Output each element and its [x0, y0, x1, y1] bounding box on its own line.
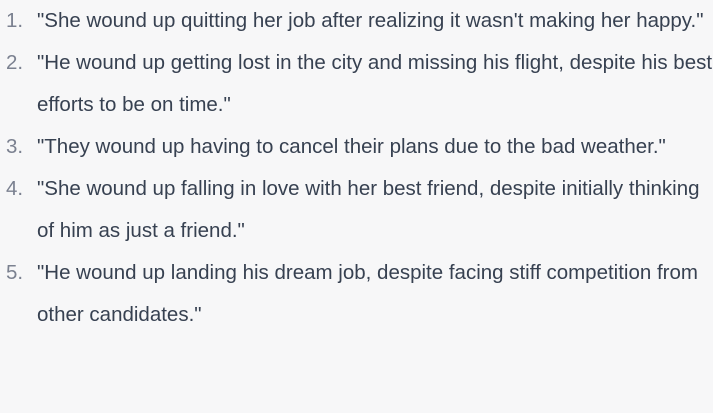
list-item: 4. "She wound up falling in love with he…	[0, 168, 713, 252]
list-item-number: 2.	[6, 51, 24, 74]
list-item-text: "He wound up getting lost in the city an…	[37, 51, 713, 116]
list-item-text: "She wound up falling in love with her b…	[37, 177, 700, 242]
list-item-text: "They wound up having to cancel their pl…	[37, 135, 666, 158]
list-item: 1. "She wound up quitting her job after …	[0, 0, 713, 42]
list-item: 5. "He wound up landing his dream job, d…	[0, 252, 713, 336]
list-item: 2. "He wound up getting lost in the city…	[0, 42, 713, 126]
list-item-number: 5.	[6, 261, 24, 284]
list-item: 3. "They wound up having to cancel their…	[0, 126, 713, 168]
list-item-number: 1.	[6, 9, 24, 32]
list-item-number: 4.	[6, 177, 24, 200]
example-sentences-list: 1. "She wound up quitting her job after …	[0, 0, 713, 336]
list-item-text: "She wound up quitting her job after rea…	[37, 9, 704, 32]
list-item-text: "He wound up landing his dream job, desp…	[37, 261, 698, 326]
list-item-number: 3.	[6, 135, 24, 158]
